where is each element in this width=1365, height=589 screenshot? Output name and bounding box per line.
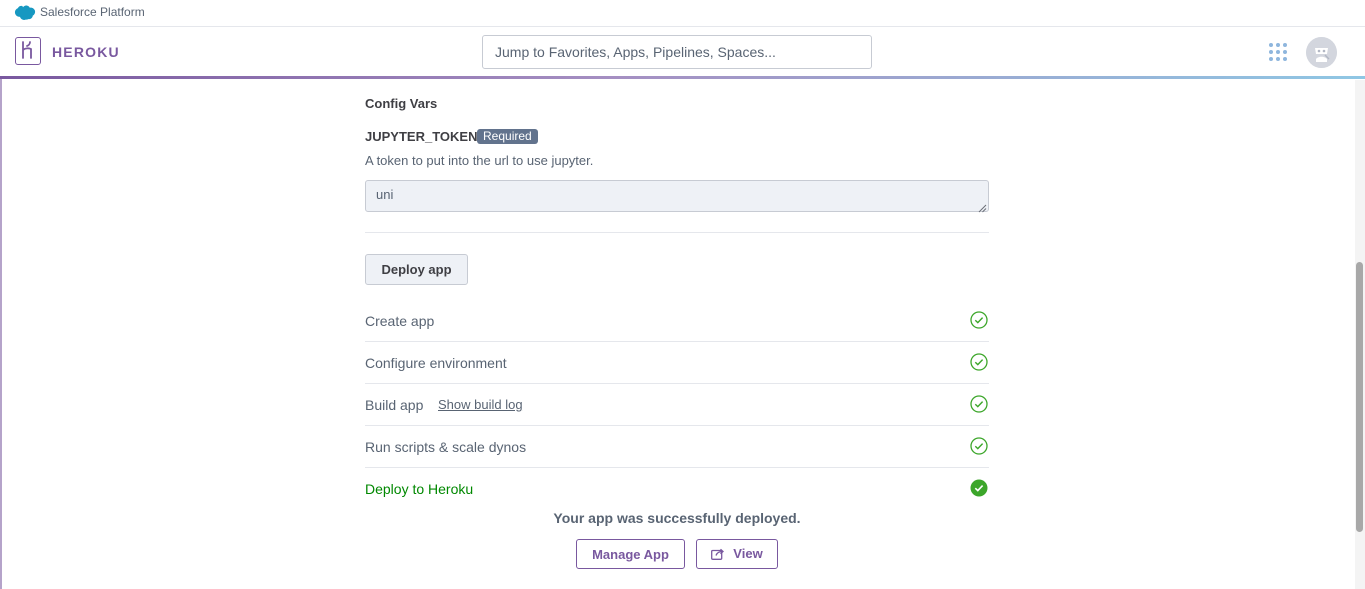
view-app-button[interactable]: View: [696, 539, 778, 569]
salesforce-bar: Salesforce Platform: [0, 0, 1365, 27]
step-configure-environment: Configure environment: [365, 342, 989, 384]
section-divider: [365, 232, 989, 233]
left-edge-accent: [0, 78, 2, 589]
external-link-icon: [711, 548, 725, 563]
step-run-scripts: Run scripts & scale dynos: [365, 426, 989, 468]
step-build-app: Build app Show build log: [365, 384, 989, 426]
step-deploy-to-heroku: Deploy to Heroku: [365, 468, 989, 510]
heroku-wordmark[interactable]: HEROKU: [52, 44, 120, 60]
config-var-description: A token to put into the url to use jupyt…: [365, 153, 594, 168]
step-create-app: Create app: [365, 300, 989, 342]
deploy-app-button[interactable]: Deploy app: [365, 254, 468, 285]
heroku-logo-icon[interactable]: [15, 37, 41, 65]
manage-app-button[interactable]: Manage App: [576, 539, 685, 569]
check-circle-icon: [970, 395, 988, 413]
view-button-label: View: [733, 545, 763, 561]
step-label: Deploy to Heroku: [365, 481, 474, 497]
step-label: Configure environment: [365, 355, 507, 371]
config-vars-title: Config Vars: [365, 96, 438, 111]
check-circle-icon: [970, 437, 988, 455]
page-scrollbar[interactable]: [1355, 80, 1365, 589]
step-label: Run scripts & scale dynos: [365, 439, 527, 455]
heroku-header: HEROKU: [0, 27, 1365, 76]
resize-grip-icon[interactable]: [977, 200, 987, 213]
apps-grid-icon[interactable]: [1269, 43, 1287, 61]
config-var-name: JUPYTER_TOKEN: [365, 129, 478, 144]
header-gradient-stripe: [0, 76, 1365, 79]
success-message: Your app was successfully deployed.: [553, 510, 801, 526]
show-build-log-link[interactable]: Show build log: [438, 397, 523, 412]
scrollbar-thumb[interactable]: [1356, 262, 1363, 532]
check-circle-icon: [970, 311, 988, 329]
jupyter-token-field[interactable]: uni: [365, 180, 989, 212]
page: Salesforce Platform HEROKU Jump to Favor…: [0, 0, 1365, 589]
salesforce-platform-label: Salesforce Platform: [40, 5, 145, 19]
deploy-steps-list: Create app Configure environment Build a…: [365, 300, 989, 510]
avatar-icon[interactable]: [1306, 37, 1337, 68]
salesforce-cloud-icon: [14, 5, 36, 25]
step-label: Create app: [365, 313, 435, 329]
check-circle-filled-icon: [970, 479, 988, 497]
step-label: Build app: [365, 397, 424, 413]
required-badge: Required: [477, 129, 538, 144]
search-input[interactable]: [482, 35, 872, 69]
check-circle-icon: [970, 353, 988, 371]
